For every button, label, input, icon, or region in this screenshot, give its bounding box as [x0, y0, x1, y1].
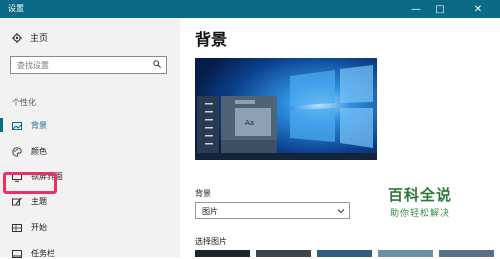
picture-thumbnail[interactable] [317, 250, 372, 257]
sidebar: 主页 查找设置 个性化 背景 颜色 锁屏界面 主题 开始 任务栏 [0, 18, 180, 259]
window-title: 设置 [8, 4, 24, 13]
sidebar-item-label: 主题 [31, 197, 47, 206]
section-title: 个性化 [12, 98, 36, 107]
background-type-dropdown[interactable]: 图片 [195, 202, 350, 219]
minimize-button[interactable]: — [404, 0, 428, 18]
picture-thumbnail[interactable] [256, 250, 311, 257]
sidebar-item-background[interactable]: 背景 [12, 120, 47, 131]
picture-thumbnail[interactable] [439, 250, 494, 257]
search-placeholder: 查找设置 [17, 61, 49, 70]
taskbar-icon [12, 249, 22, 258]
gear-icon [12, 32, 22, 43]
background-preview: Aa [195, 58, 377, 160]
start-grid-icon [12, 223, 22, 232]
sidebar-item-label: 背景 [31, 121, 47, 130]
sidebar-item-label: 开始 [31, 223, 47, 232]
chevron-down-icon [337, 209, 345, 214]
sidebar-item-themes[interactable]: 主题 [12, 196, 47, 207]
maximize-button[interactable]: □ [428, 0, 452, 18]
watermark-brand: 百科全说 [387, 186, 452, 204]
picture-thumbnail[interactable] [195, 250, 250, 257]
picture-thumbnail[interactable] [378, 250, 433, 257]
home-nav-item[interactable]: 主页 [12, 31, 48, 44]
sidebar-item-taskbar[interactable]: 任务栏 [12, 248, 55, 259]
close-button[interactable]: ✕ [466, 0, 490, 18]
sidebar-item-start[interactable]: 开始 [12, 222, 47, 233]
palette-icon [12, 146, 22, 157]
title-bar: 设置 — □ ✕ [0, 0, 500, 18]
search-icon[interactable] [153, 60, 161, 68]
theme-brush-icon [12, 197, 22, 205]
home-label: 主页 [30, 34, 49, 44]
page-title: 背景 [195, 30, 228, 49]
sidebar-item-colors[interactable]: 颜色 [12, 146, 47, 157]
search-input[interactable]: 查找设置 [10, 56, 167, 74]
dropdown-value: 图片 [202, 207, 218, 216]
sidebar-item-label: 颜色 [31, 147, 47, 156]
picture-icon [12, 121, 22, 130]
themes-highlight-box [3, 172, 57, 194]
background-label: 背景 [195, 189, 211, 198]
watermark-logo: 百科全说 助你轻松解决 [365, 184, 475, 219]
preview-sample-text: Aa [245, 119, 254, 127]
choose-picture-label: 选择图片 [195, 237, 227, 246]
watermark-tagline: 助你轻松解决 [389, 209, 450, 219]
selected-indicator [0, 118, 3, 132]
sidebar-item-label: 任务栏 [31, 249, 55, 258]
